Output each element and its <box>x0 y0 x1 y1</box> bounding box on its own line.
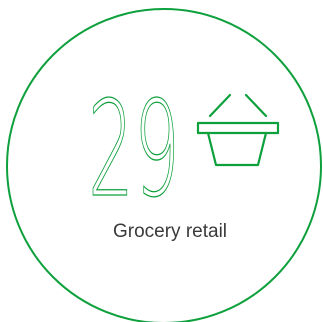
stat-number: 29 <box>88 73 180 227</box>
shopping-basket-icon <box>196 93 280 167</box>
stat-label: Grocery retail <box>113 221 227 242</box>
stat-card: 29 Grocery retail <box>6 8 322 322</box>
